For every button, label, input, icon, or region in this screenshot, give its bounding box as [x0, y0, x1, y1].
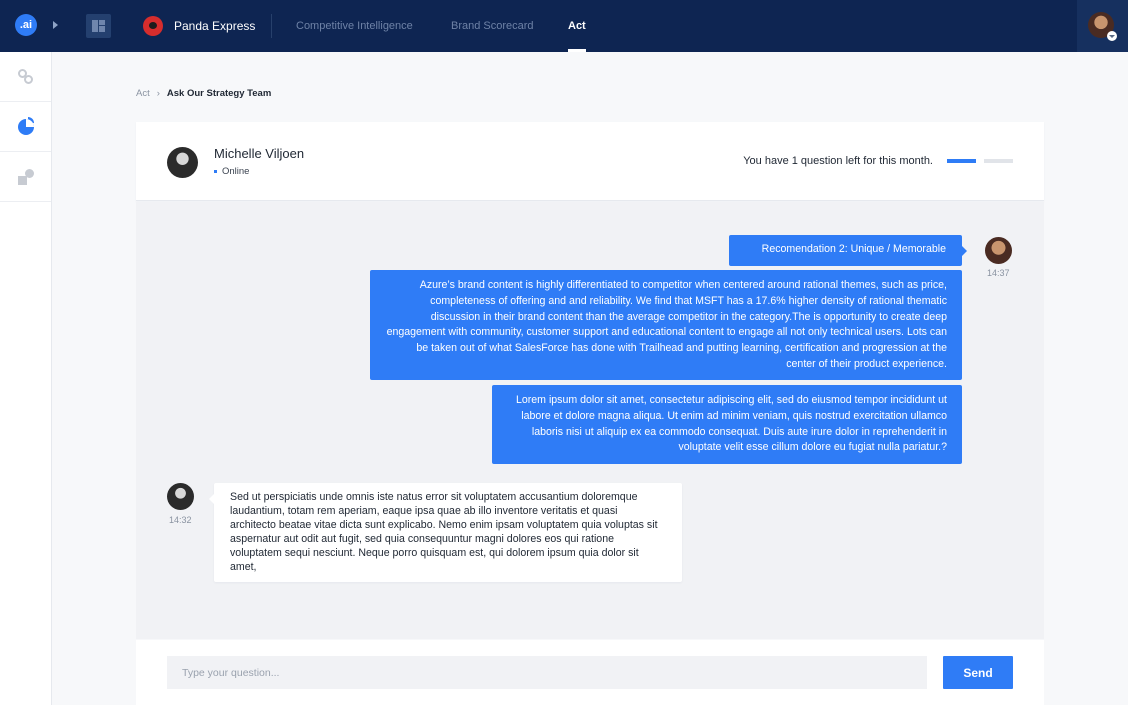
question-input[interactable] — [167, 656, 927, 689]
chat-header: Michelle Viljoen Online You have 1 quest… — [136, 122, 1044, 201]
pie-chart-icon — [18, 117, 34, 135]
dashboard-grid-icon[interactable] — [86, 14, 111, 38]
user-menu[interactable] — [1077, 0, 1128, 52]
sidebar-item-act[interactable] — [0, 152, 51, 202]
panda-express-logo-icon — [143, 16, 163, 36]
nav-divider — [271, 14, 272, 38]
chat-messages: Recomendation 2: Unique / Memorable 14:3… — [136, 202, 1044, 639]
message-timestamp: 14:37 — [987, 268, 1010, 278]
agent-status: Online — [214, 166, 249, 177]
message-bubble-outgoing: Lorem ipsum dolor sit amet, consectetur … — [492, 385, 962, 464]
brand-selector[interactable]: Panda Express — [143, 15, 255, 37]
message-timestamp: 14:32 — [169, 515, 192, 525]
tab-brand-scorecard[interactable]: Brand Scorecard — [451, 0, 534, 52]
sidebar — [0, 52, 52, 705]
rings-icon — [18, 69, 34, 85]
brand-name: Panda Express — [174, 19, 256, 33]
agent-status-label: Online — [222, 166, 250, 177]
tab-competitive-intelligence[interactable]: Competitive Intelligence — [296, 0, 413, 52]
tab-act[interactable]: Act — [568, 0, 586, 52]
agent-avatar — [167, 147, 198, 178]
agent-name: Michelle Viljoen — [214, 146, 305, 161]
shapes-icon — [18, 169, 34, 185]
app-logo[interactable]: .ai — [15, 14, 37, 36]
chevron-down-icon — [1107, 31, 1117, 41]
agent-message-avatar — [167, 483, 194, 510]
question-quota-text: You have 1 question left for this month. — [743, 155, 933, 167]
user-message-avatar — [985, 237, 1012, 264]
online-status-dot-icon — [214, 170, 217, 173]
expand-sidebar-arrow-icon[interactable] — [53, 21, 58, 29]
quota-segment-used — [947, 159, 976, 163]
breadcrumb: Act › Ask Our Strategy Team — [136, 88, 271, 99]
question-quota-bar — [947, 159, 1013, 163]
sidebar-item-intelligence[interactable] — [0, 52, 51, 102]
quota-segment-remaining — [984, 159, 1013, 163]
message-composer: Send — [136, 640, 1044, 705]
breadcrumb-item-current: Ask Our Strategy Team — [166, 88, 272, 99]
send-button[interactable]: Send — [943, 656, 1013, 689]
sidebar-item-scorecard[interactable] — [0, 102, 51, 152]
breadcrumb-item-act[interactable]: Act — [136, 88, 150, 99]
message-bubble-outgoing: Recomendation 2: Unique / Memorable — [729, 235, 967, 266]
breadcrumb-chevron-icon: › — [156, 88, 160, 99]
top-navigation-bar: .ai Panda Express Competitive Intelligen… — [0, 0, 1128, 52]
message-bubble-incoming: Sed ut perspiciatis unde omnis iste natu… — [209, 483, 682, 582]
message-bubble-outgoing: Azure’s brand content is highly differen… — [370, 270, 962, 380]
